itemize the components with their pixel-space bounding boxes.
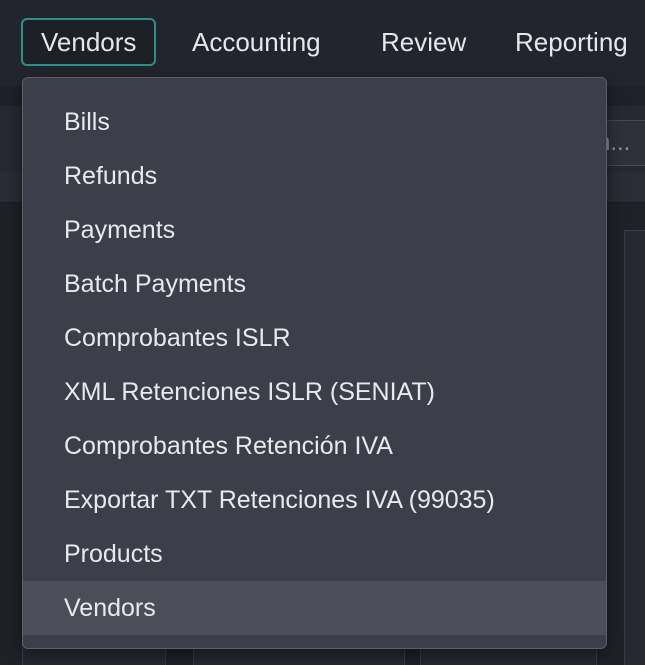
nav-item-vendors[interactable]: Vendors [21,18,157,66]
menu-item-vendors[interactable]: Vendors [23,581,606,635]
vendors-dropdown-menu: Bills Refunds Payments Batch Payments Co… [22,77,607,649]
menu-item-bills[interactable]: Bills [23,95,606,149]
menu-item-comprobantes-islr[interactable]: Comprobantes ISLR [23,311,606,365]
menu-item-payments[interactable]: Payments [23,203,606,257]
app-window: Vendors Accounting Review Reporting n...… [0,0,645,665]
menu-item-products[interactable]: Products [23,527,606,581]
menu-item-batch-payments[interactable]: Batch Payments [23,257,606,311]
nav-item-accounting[interactable]: Accounting [192,18,321,66]
content-panel-far-right [624,230,645,665]
menu-item-refunds[interactable]: Refunds [23,149,606,203]
menu-item-exportar-txt-retenciones-iva[interactable]: Exportar TXT Retenciones IVA (99035) [23,473,606,527]
top-navbar: Vendors Accounting Review Reporting [0,0,645,86]
menu-item-comprobantes-retencion-iva[interactable]: Comprobantes Retención IVA [23,419,606,473]
menu-item-xml-retenciones-islr[interactable]: XML Retenciones ISLR (SENIAT) [23,365,606,419]
nav-item-reporting[interactable]: Reporting [515,18,628,66]
nav-item-review[interactable]: Review [381,18,466,66]
